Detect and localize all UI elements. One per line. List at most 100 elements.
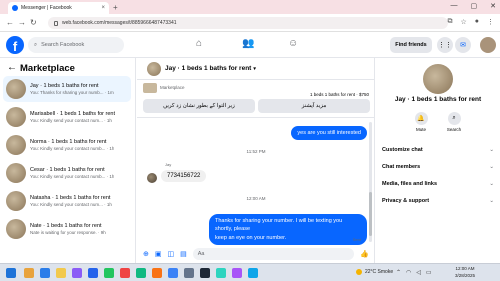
menu-grid-icon[interactable]: ⋮⋮ [437,37,453,53]
browser-tab[interactable]: Messenger | Facebook × [8,2,109,14]
conversation-name: Natasha · 1 beds 1 baths for rent [30,195,111,201]
chat-header: Jay · 1 beds 1 baths for rent ▾ [137,58,375,80]
conversation-item[interactable]: Nate · 1 beds 1 baths for rent Nate is w… [3,216,131,242]
taskbar-app-icon[interactable] [216,268,226,278]
taskbar-app-icon[interactable] [168,268,178,278]
conversation-item[interactable]: Norma · 1 beds 1 baths for rent You: Kin… [3,132,131,158]
listing-photo[interactable] [143,83,157,93]
back-arrow-icon[interactable]: ← [7,62,17,73]
taskbar-app-icon[interactable] [40,268,50,278]
chevron-up-icon[interactable]: ⌃ [396,269,401,276]
conversation-preview: You: Kindly send your contact numb... · … [30,174,115,179]
taskbar-app-icon[interactable] [152,268,162,278]
message-input[interactable]: Aa [192,247,355,260]
taskbar-app-icon[interactable] [136,268,146,278]
chevron-down-icon: ⌄ [489,198,494,204]
file-explorer-icon[interactable] [56,268,66,278]
search-input[interactable]: ⌕ Search Facebook [28,37,124,53]
new-tab-button[interactable]: + [113,3,118,12]
profile-icon[interactable]: ● [475,18,479,26]
taskbar-app-icon[interactable] [232,268,242,278]
mark-pending-button[interactable]: زیر التوا کے بطور نشان زد کریں [143,99,255,113]
conversation-item[interactable]: Marisabell · 1 beds 1 baths for rent You… [3,104,131,130]
reload-icon[interactable]: ↻ [30,18,37,27]
chat-title-text: Jay · 1 beds 1 baths for rent [165,65,252,72]
chat-scrollbar[interactable] [369,122,372,242]
plus-icon[interactable]: ⊕ [143,250,149,258]
section-chat-members[interactable]: Chat members ⌄ [382,164,494,170]
chat-title[interactable]: Jay · 1 beds 1 baths for rent ▾ [165,65,256,72]
weather-icon [356,269,362,275]
taskbar-app-icon[interactable] [200,268,210,278]
back-arrow-icon[interactable]: ← [6,18,14,27]
find-friends-button[interactable]: Find friends [390,37,432,53]
avatar [6,135,26,155]
taskbar-app-icon[interactable] [88,268,98,278]
taskbar-clock[interactable]: 12:00 AM 3/28/2025 [455,266,475,280]
sender-avatar[interactable] [147,173,157,183]
tab-close-icon[interactable]: × [101,5,105,11]
facebook-logo-icon[interactable]: f [6,36,24,54]
clock-time: 12:00 AM [455,266,475,271]
volume-icon[interactable]: ◁ [416,269,421,276]
maximize-button[interactable]: ▢ [471,2,478,10]
forward-arrow-icon[interactable]: → [18,18,26,27]
close-window-button[interactable]: ✕ [490,2,496,10]
home-icon[interactable]: ⌂ [196,38,202,49]
menu-dots-icon[interactable]: ⋮ [487,18,494,26]
clock-date: 3/28/2025 [455,272,476,278]
conversation-preview: Nate is waiting for your response. · 9h [30,230,106,235]
chevron-down-icon: ▾ [253,66,256,72]
section-customize-chat[interactable]: Customize chat ⌄ [382,147,494,153]
taskbar-app-icon[interactable] [72,268,82,278]
bell-icon: 🔔 [414,112,428,125]
taskbar-app-icon[interactable] [104,268,114,278]
conversation-item[interactable]: Cesar · 1 beds 1 baths for rent You: Kin… [3,160,131,186]
wifi-icon[interactable]: ◠ [406,269,411,276]
window-controls: — ▢ ✕ [451,2,497,10]
outgoing-message[interactable]: Thanks for sharing your number. I will b… [209,214,367,245]
conversation-name: Cesar · 1 beds 1 baths for rent [30,167,105,173]
conversation-list-panel: ← Marketplace Jay · 1 beds 1 baths for r… [0,58,136,263]
tab-title: Messenger | Facebook [21,5,72,11]
mute-label: Mute [415,127,426,132]
groups-icon[interactable]: ☺ [288,38,298,49]
battery-icon[interactable]: ▭ [426,269,432,276]
search-icon: ⌕ [447,112,461,125]
taskbar-app-icon[interactable] [24,268,34,278]
profile-avatar[interactable] [480,37,496,53]
windows-start-icon[interactable] [6,268,16,278]
chat-avatar[interactable] [147,62,161,76]
section-media-files[interactable]: Media, files and links ⌄ [382,181,494,187]
sidebar-title: Marketplace [20,63,75,74]
section-privacy-support[interactable]: Privacy & support ⌄ [382,198,494,204]
search-action[interactable]: ⌕ Search [442,112,466,132]
friends-icon[interactable]: 👥 [242,38,254,49]
conversation-item[interactable]: Natasha · 1 beds 1 baths for rent You: K… [3,188,131,214]
scrollbar-thumb[interactable] [369,192,372,236]
messenger-icon[interactable]: ✉ [455,37,471,53]
extensions-icon[interactable]: ⧉ [447,18,452,26]
more-options-button[interactable]: مزید آپشنز [258,99,370,113]
conversation-preview: You: Thanks for sharing your numb... · 1… [30,90,114,95]
mute-action[interactable]: 🔔 Mute [409,112,433,132]
incoming-message[interactable]: 7734156722 [161,170,207,182]
like-icon[interactable]: 👍 [360,250,369,258]
taskbar-app-icon[interactable] [248,268,258,278]
sticker-icon[interactable]: ◫ [168,250,175,258]
listing-title[interactable]: 1 beds 1 baths for rent · $750 [310,92,369,97]
message-line: Thanks for sharing your number. I will b… [215,218,343,233]
taskbar-app-icon[interactable] [184,268,194,278]
conversation-item[interactable]: Jay · 1 beds 1 baths for rent You: Thank… [3,76,131,102]
site-info-icon[interactable] [54,20,58,26]
minimize-button[interactable]: — [451,2,458,10]
outgoing-message[interactable]: yes are you still interested [291,126,367,141]
weather-widget[interactable]: 22°C Smoke [356,269,393,275]
url-bar[interactable]: web.facebook.com/messages/t/885966648747… [48,17,448,29]
bookmark-star-icon[interactable]: ☆ [460,18,466,26]
gif-icon[interactable]: ▤ [180,250,187,258]
sender-name: Jay [165,162,172,167]
image-icon[interactable]: ▣ [155,250,162,258]
taskbar-app-icon[interactable] [120,268,130,278]
conversation-avatar[interactable] [423,64,453,94]
